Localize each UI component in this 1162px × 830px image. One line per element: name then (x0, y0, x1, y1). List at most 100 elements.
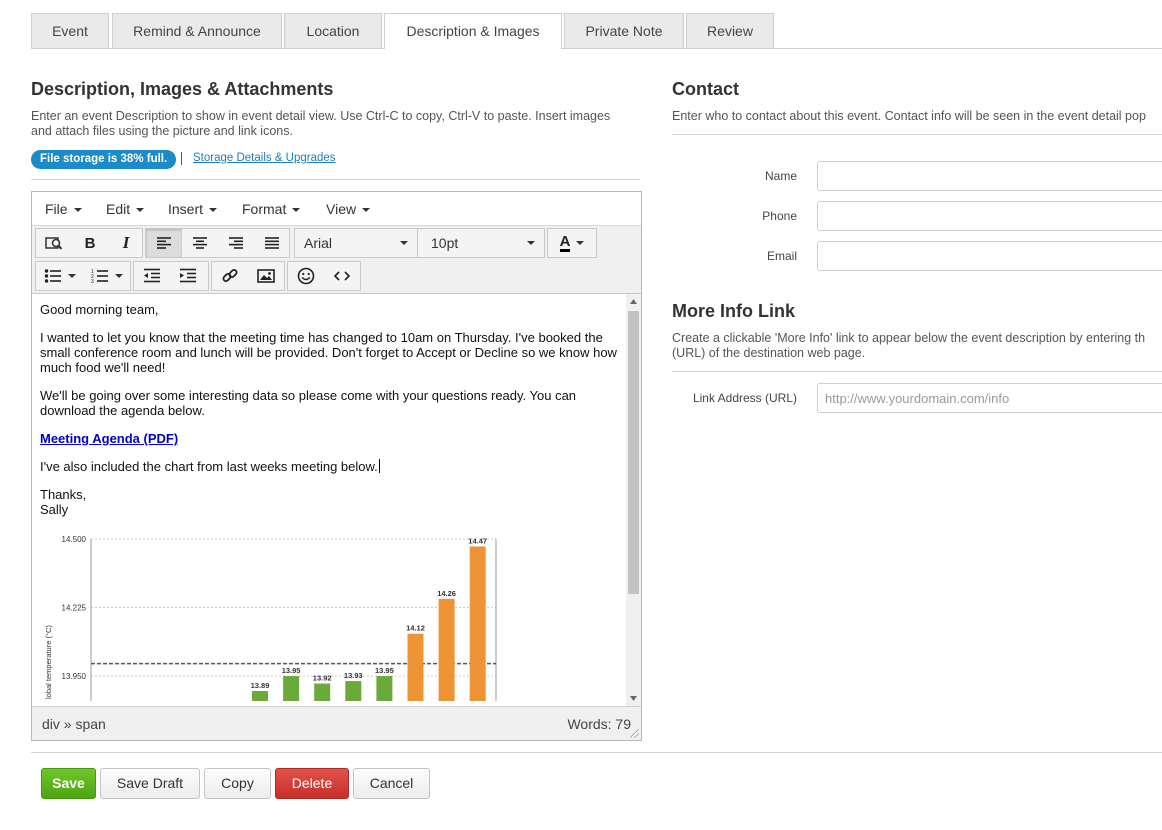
storage-badge-prefix: File storage is (40, 153, 121, 165)
chart-bar (252, 691, 268, 701)
contact-email-input[interactable] (817, 241, 1162, 271)
more-info-section-title: More Info Link (672, 301, 795, 321)
tab-location[interactable]: Location (284, 13, 382, 48)
contact-section-title: Contact (672, 79, 739, 99)
copy-button[interactable]: Copy (204, 768, 271, 799)
bullet-list-button[interactable] (36, 262, 84, 290)
more-info-url-input[interactable] (817, 383, 1162, 413)
text-color-icon: A (559, 232, 571, 252)
chevron-down-icon (576, 241, 585, 245)
phone-label: Phone (762, 209, 797, 223)
bold-button[interactable]: B (72, 229, 108, 257)
menu-view[interactable]: View (326, 201, 371, 217)
code-icon (333, 271, 351, 281)
italic-button[interactable]: I (108, 229, 144, 257)
find-replace-button[interactable] (36, 229, 72, 257)
tab-description-images[interactable]: Description & Images (384, 13, 562, 49)
chart-data-label: 13.89 (251, 681, 270, 690)
source-code-button[interactable] (324, 262, 360, 290)
align-left-button[interactable] (146, 229, 182, 257)
divider (672, 134, 1162, 135)
menu-insert[interactable]: Insert (168, 201, 218, 217)
meeting-agenda-link[interactable]: Meeting Agenda (PDF) (40, 431, 178, 446)
description-help-line-1: Enter an event Description to show in ev… (31, 109, 611, 123)
indent-icon (180, 268, 196, 283)
menu-format[interactable]: Format (242, 201, 301, 217)
toolbar-group-text-style: B I (35, 228, 143, 258)
indent-button[interactable] (170, 262, 206, 290)
editor-statusbar: div » span Words: 79 (32, 706, 641, 740)
chart-data-label: 13.92 (313, 674, 332, 683)
numbered-list-button[interactable]: 123 (84, 262, 130, 290)
content-paragraph-2: We'll be going over some interesting dat… (40, 388, 577, 418)
chevron-down-icon (73, 208, 82, 213)
emoticon-button[interactable] (288, 262, 324, 290)
contact-name-input[interactable] (817, 161, 1162, 191)
text-cursor (378, 459, 380, 473)
bullet-list-icon (44, 269, 61, 283)
chevron-down-icon (292, 208, 301, 213)
toolbar-group-font: Arial 10pt (294, 228, 545, 258)
chart-bar (283, 676, 300, 701)
chart-data-label: 14.12 (406, 624, 425, 633)
align-justify-button[interactable] (254, 229, 290, 257)
text-color-button[interactable]: A (548, 229, 596, 257)
image-icon (257, 269, 275, 283)
more-info-help-line-2: (URL) of the destination web page. (672, 346, 866, 360)
save-button[interactable]: Save (41, 768, 96, 799)
description-help-text: Enter an event Description to show in ev… (31, 109, 641, 139)
word-count: Words: 79 (567, 716, 631, 732)
toolbar-group-indent (133, 261, 209, 291)
outdent-button[interactable] (134, 262, 170, 290)
contact-phone-input[interactable] (817, 201, 1162, 231)
align-center-button[interactable] (182, 229, 218, 257)
contact-help-text: Enter who to contact about this event. C… (672, 109, 1146, 123)
divider (181, 152, 182, 165)
menu-file[interactable]: File (45, 201, 82, 217)
chevron-down-icon (209, 208, 218, 213)
chart-bar (314, 683, 331, 701)
numbered-list-icon: 123 (91, 269, 108, 284)
editor-toolbar: B I Arial 10pt A 1 2 3 (32, 226, 641, 294)
editor-content[interactable]: Good morning team, I wanted to let you k… (32, 294, 626, 706)
delete-button[interactable]: Delete (275, 768, 349, 799)
chart-y-tick-label: 14.500 (62, 535, 87, 544)
toolbar-group-insert (211, 261, 285, 291)
url-label: Link Address (URL) (692, 391, 797, 405)
insert-image-button[interactable] (248, 262, 284, 290)
tab-private-note[interactable]: Private Note (564, 13, 684, 48)
element-path[interactable]: div » span (42, 716, 106, 732)
save-draft-button[interactable]: Save Draft (100, 768, 200, 799)
font-size-select[interactable]: 10pt (422, 229, 544, 257)
tab-event[interactable]: Event (31, 13, 109, 48)
insert-link-button[interactable] (212, 262, 248, 290)
tab-bar: Event Remind & Announce Location Descrip… (31, 13, 1162, 49)
storage-details-link[interactable]: Storage Details & Upgrades (193, 152, 336, 164)
menu-edit[interactable]: Edit (106, 201, 145, 217)
resize-handle[interactable] (630, 729, 639, 738)
scroll-down-arrow[interactable] (626, 691, 641, 706)
content-greeting: Good morning team, (40, 302, 159, 317)
chart-data-label: 14.26 (437, 589, 456, 598)
font-family-select[interactable]: Arial (295, 229, 418, 257)
content-paragraph-1: I wanted to let you know that the meetin… (40, 330, 617, 375)
smiley-icon (297, 267, 315, 285)
chart-data-label: 13.95 (375, 666, 394, 675)
toolbar-group-misc (287, 261, 361, 291)
editor-scrollbar[interactable] (626, 294, 641, 706)
chart-data-label: 13.95 (282, 666, 301, 675)
chevron-down-icon (115, 274, 123, 278)
tab-review[interactable]: Review (686, 13, 774, 48)
chart-bar (407, 633, 424, 701)
align-left-icon (157, 237, 171, 249)
description-help-line-2: and attach files using the picture and l… (31, 124, 293, 138)
scroll-up-arrow[interactable] (626, 294, 641, 309)
more-info-help-text: Create a clickable 'More Info' link to a… (672, 331, 1162, 361)
cancel-button[interactable]: Cancel (353, 768, 430, 799)
chevron-down-icon (400, 241, 408, 245)
scrollbar-thumb[interactable] (628, 311, 639, 594)
chart-data-label: 14.47 (468, 536, 487, 545)
toolbar-group-align (145, 228, 290, 258)
tab-remind-announce[interactable]: Remind & Announce (112, 13, 282, 48)
align-right-button[interactable] (218, 229, 254, 257)
